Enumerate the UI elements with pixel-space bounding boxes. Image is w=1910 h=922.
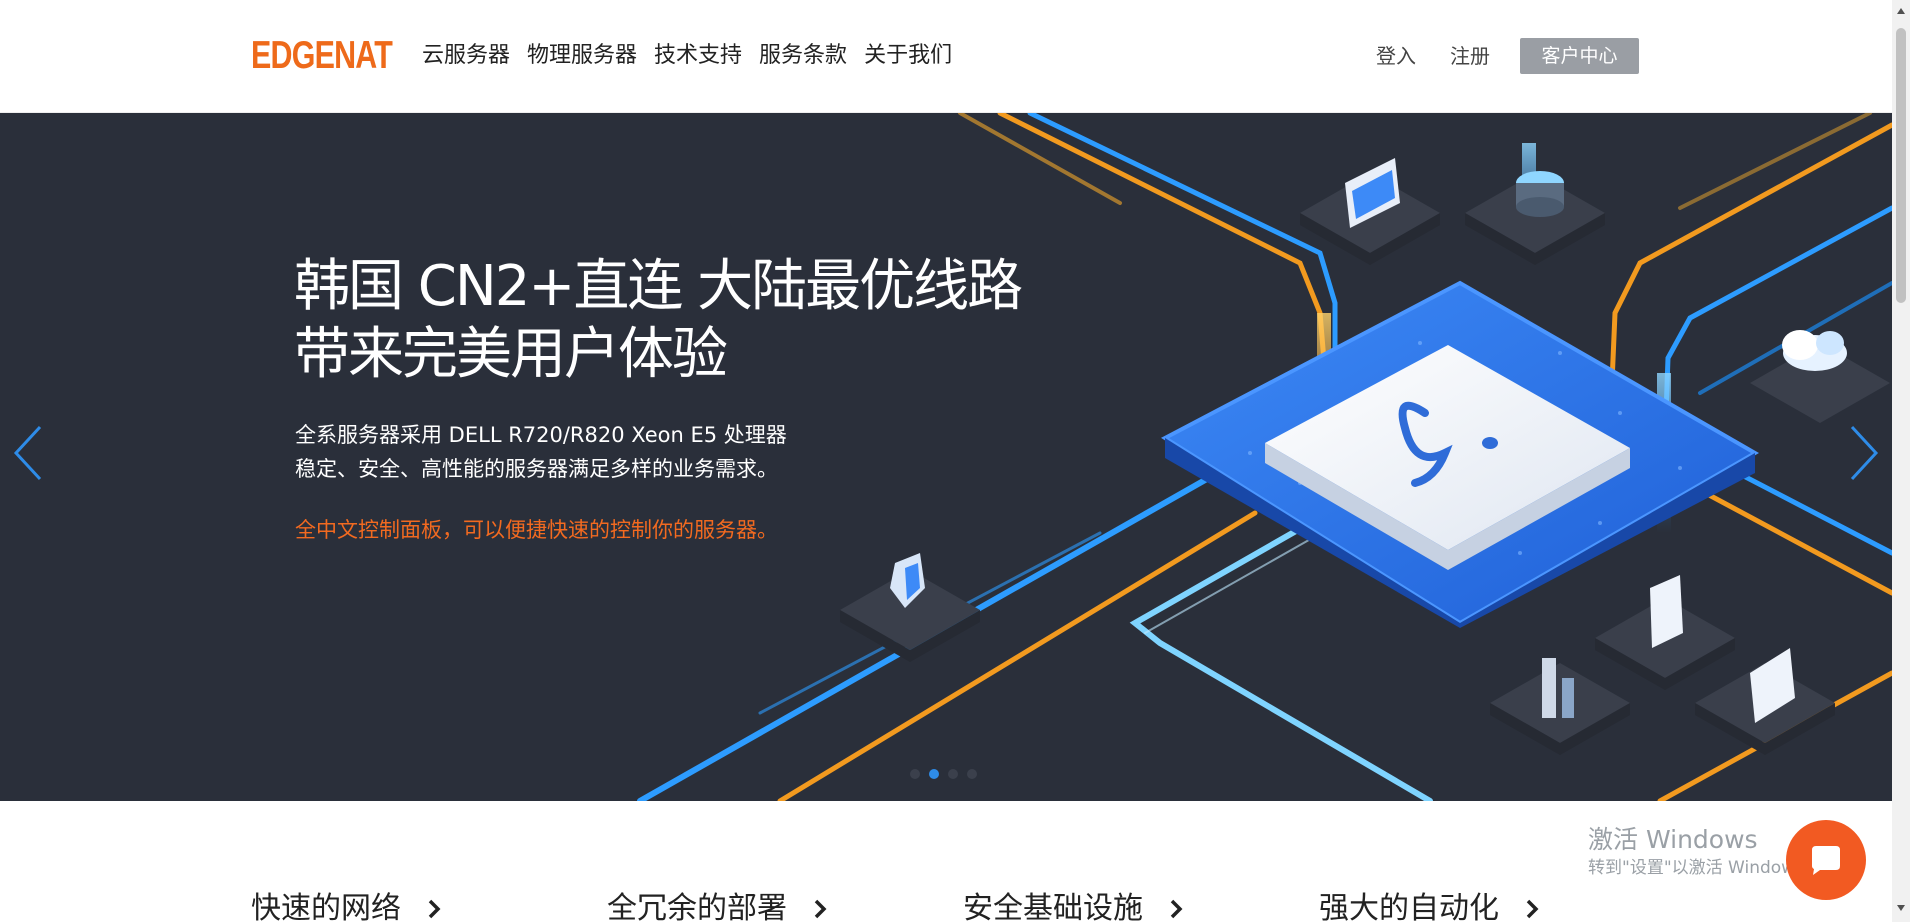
scroll-up-arrow-icon[interactable] — [1896, 6, 1906, 16]
nav-item-cloud-server[interactable]: 云服务器 — [422, 40, 510, 72]
hero-highlight: 全中文控制面板，可以便捷快速的控制你的服务器。 — [295, 518, 778, 542]
scrollbar-thumb[interactable] — [1896, 28, 1906, 303]
carousel-dot-3[interactable] — [948, 769, 958, 779]
hero-desc-line-2: 稳定、安全、高性能的服务器满足多样的业务需求。 — [295, 457, 778, 481]
site-header: EDGENAT 云服务器 物理服务器 技术支持 服务条款 关于我们 登入 注册 … — [0, 0, 1892, 113]
scroll-down-arrow-icon[interactable] — [1896, 903, 1906, 913]
hero-banner: 韩国 CN2+直连 大陆最优线路 带来完美用户体验 全系服务器采用 DELL R… — [0, 113, 1892, 801]
chevron-left-icon — [13, 425, 42, 481]
feature-automation[interactable]: 强大的自动化 — [1319, 889, 1547, 922]
hero-title: 韩国 CN2+直连 大陆最优线路 带来完美用户体验 — [294, 253, 1054, 389]
client-center-button[interactable]: 客户中心 — [1520, 38, 1639, 74]
site-logo[interactable]: EDGENAT — [251, 34, 393, 78]
main-nav: 云服务器 物理服务器 技术支持 服务条款 关于我们 — [422, 40, 969, 72]
hero-description: 全系服务器采用 DELL R720/R820 Xeon E5 处理器 稳定、安全… — [295, 418, 915, 486]
hero-illustration — [637, 113, 1892, 801]
chevron-right-icon — [1526, 899, 1539, 919]
feature-label: 安全基础设施 — [963, 891, 1143, 922]
carousel-dot-1[interactable] — [910, 769, 920, 779]
chat-bubble-icon — [1812, 846, 1840, 875]
chevron-right-icon — [428, 899, 441, 919]
nav-item-terms[interactable]: 服务条款 — [759, 40, 847, 72]
hero-title-line-2: 带来完美用户体验 — [294, 322, 728, 387]
feature-fast-network[interactable]: 快速的网络 — [251, 889, 449, 922]
register-link[interactable]: 注册 — [1450, 42, 1490, 70]
chevron-right-icon — [814, 899, 827, 919]
page-scrollbar[interactable] — [1892, 0, 1910, 922]
carousel-dot-2[interactable] — [929, 769, 939, 779]
feature-security-infra[interactable]: 安全基础设施 — [963, 889, 1191, 922]
carousel-next-button[interactable] — [1842, 423, 1882, 483]
feature-label: 全冗余的部署 — [607, 891, 787, 922]
feature-label: 强大的自动化 — [1319, 891, 1499, 922]
nav-item-about[interactable]: 关于我们 — [864, 40, 952, 72]
login-link[interactable]: 登入 — [1376, 42, 1416, 70]
chevron-right-icon — [1170, 899, 1183, 919]
live-chat-button[interactable] — [1786, 820, 1866, 900]
hero-title-line-1: 韩国 CN2+直连 大陆最优线路 — [294, 254, 1023, 319]
feature-label: 快速的网络 — [251, 891, 401, 922]
carousel-indicators — [910, 769, 977, 779]
nav-item-tech-support[interactable]: 技术支持 — [654, 40, 742, 72]
hero-desc-line-1: 全系服务器采用 DELL R720/R820 Xeon E5 处理器 — [295, 423, 787, 447]
nav-item-physical-server[interactable]: 物理服务器 — [527, 40, 637, 72]
carousel-prev-button[interactable] — [10, 423, 50, 483]
chevron-right-icon — [1850, 425, 1879, 481]
carousel-dot-4[interactable] — [967, 769, 977, 779]
feature-redundant-deploy[interactable]: 全冗余的部署 — [607, 889, 835, 922]
